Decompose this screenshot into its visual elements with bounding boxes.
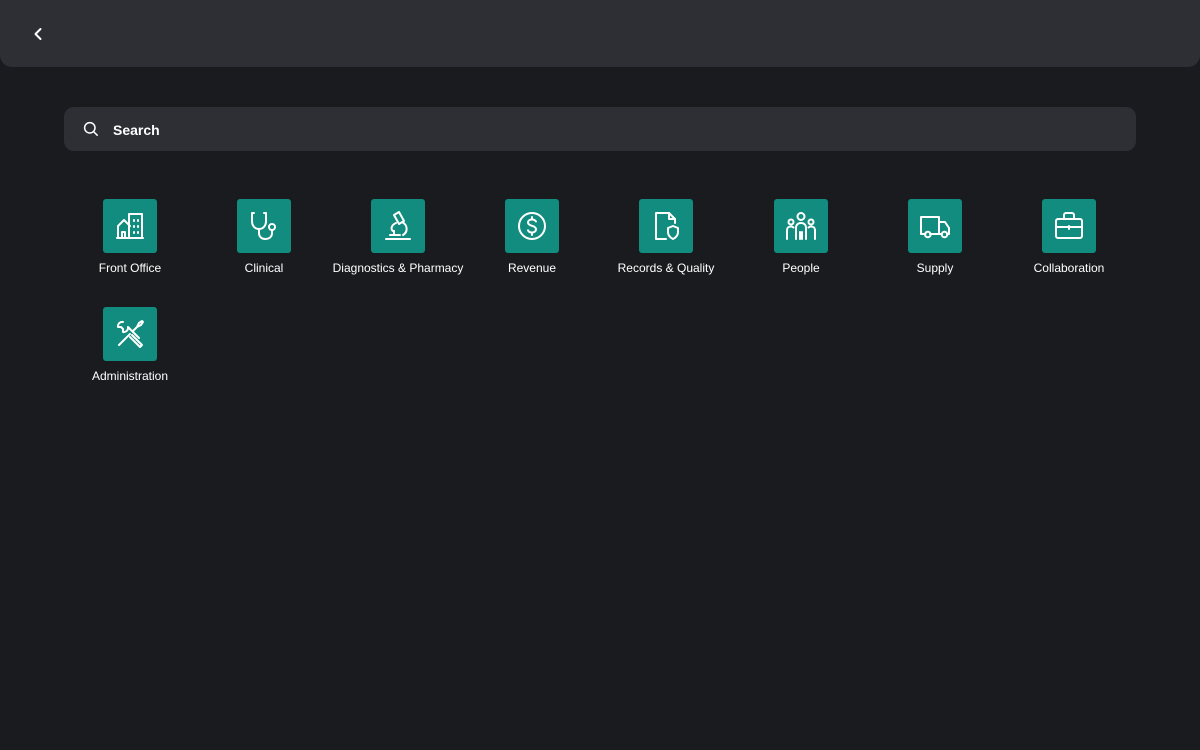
app-tile	[103, 199, 157, 253]
stethoscope-icon	[251, 212, 276, 240]
building-icon	[116, 213, 144, 239]
search-bar[interactable]	[64, 107, 1136, 153]
app-tile	[237, 199, 291, 253]
app-label: Collaboration	[1033, 261, 1105, 275]
app-administration[interactable]: Administration	[50, 307, 210, 393]
truck-icon	[920, 216, 950, 239]
app-tile	[774, 199, 828, 253]
document-shield-icon	[655, 212, 679, 240]
back-button[interactable]	[22, 18, 54, 50]
app-tile	[505, 199, 559, 253]
search-input[interactable]	[111, 107, 1115, 153]
briefcase-icon	[1055, 212, 1083, 239]
app-tile	[639, 199, 693, 253]
app-tile	[908, 199, 962, 253]
people-icon	[786, 212, 816, 240]
tools-icon	[116, 320, 144, 348]
app-collaboration[interactable]: Collaboration	[989, 199, 1149, 285]
top-bar	[0, 0, 1200, 67]
dollar-circle-icon	[518, 212, 546, 240]
search-icon	[83, 121, 98, 136]
app-tile	[1042, 199, 1096, 253]
microscope-icon	[385, 211, 411, 240]
app-tile	[103, 307, 157, 361]
app-tile	[371, 199, 425, 253]
app-label: Administration	[91, 369, 169, 383]
chevron-left-icon	[34, 28, 42, 40]
